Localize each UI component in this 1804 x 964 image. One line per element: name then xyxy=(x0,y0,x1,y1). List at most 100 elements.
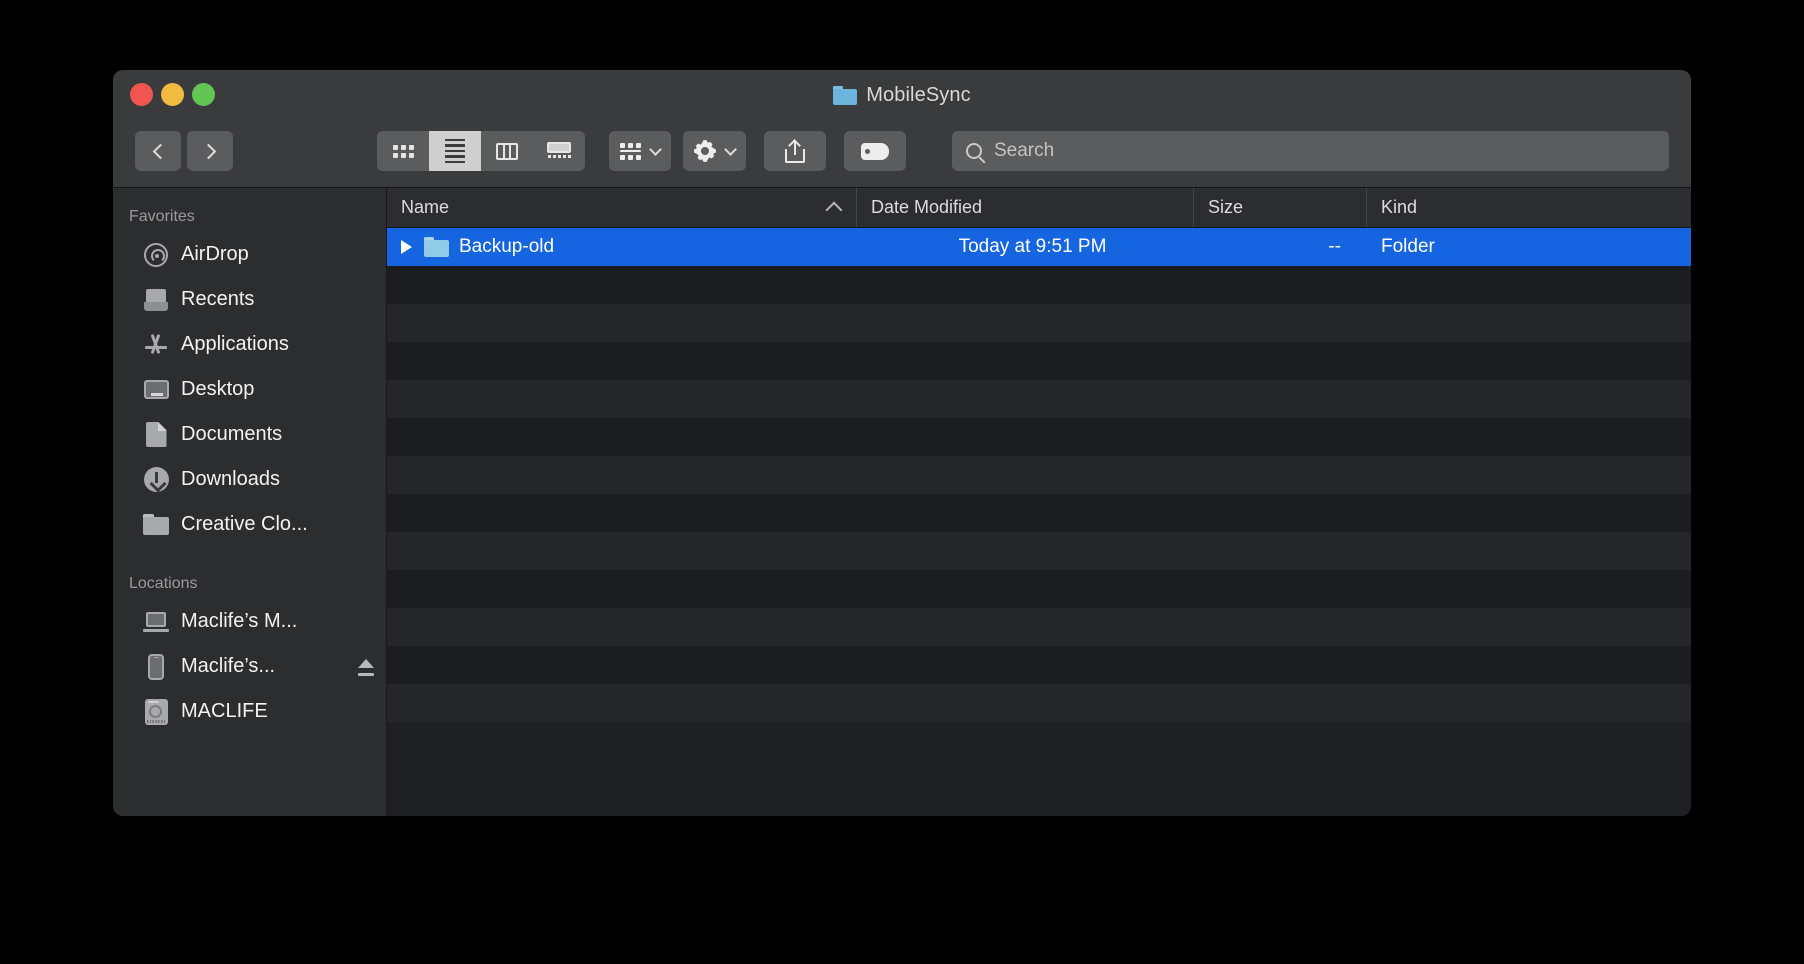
file-list-column-headers: Name Date Modified Size Kind xyxy=(387,188,1691,228)
empty-row xyxy=(387,646,1691,684)
search-placeholder: Search xyxy=(994,140,1055,161)
sidebar-item-creative-cloud[interactable]: Creative Clo... xyxy=(113,502,386,547)
disclosure-triangle-icon[interactable] xyxy=(401,240,412,254)
empty-row xyxy=(387,456,1691,494)
file-kind-cell: Folder xyxy=(1381,236,1435,257)
desktop-background: MobileSync Search Favorites AirDrop Rece… xyxy=(0,0,1804,964)
empty-row xyxy=(387,304,1691,342)
folder-icon xyxy=(424,237,449,257)
back-button[interactable] xyxy=(135,131,181,171)
sidebar-section-locations-title: Locations xyxy=(129,575,198,592)
gallery-icon xyxy=(547,141,571,161)
minimize-button[interactable] xyxy=(161,83,184,106)
sidebar-item-label: Applications xyxy=(181,333,289,355)
sidebar-item-label: Creative Clo... xyxy=(181,513,308,535)
chevron-left-icon xyxy=(152,143,168,159)
forward-button[interactable] xyxy=(187,131,233,171)
window-title-text: MobileSync xyxy=(866,83,971,106)
search-field[interactable]: Search xyxy=(952,131,1669,171)
applications-icon xyxy=(143,332,169,358)
empty-row xyxy=(387,684,1691,722)
iphone-icon xyxy=(143,653,169,680)
column-header-label: Date Modified xyxy=(871,197,983,217)
sidebar-item-label: Documents xyxy=(181,423,283,445)
chevron-right-icon xyxy=(200,143,216,159)
column-header-label: Name xyxy=(401,197,450,217)
hard-drive-icon xyxy=(143,698,169,725)
column-header-name[interactable]: Name xyxy=(387,188,857,227)
sidebar-item-label: MACLIFE xyxy=(181,700,268,722)
window-body: Favorites AirDrop Recents Applications D… xyxy=(113,188,1691,816)
gear-icon xyxy=(694,140,716,162)
empty-row xyxy=(387,532,1691,570)
sidebar-item-maclifes-iphone[interactable]: Maclife’s... xyxy=(113,644,386,689)
empty-row xyxy=(387,570,1691,608)
columns-icon xyxy=(496,142,518,160)
gallery-view-button[interactable] xyxy=(533,131,585,171)
column-view-button[interactable] xyxy=(481,131,533,171)
sidebar-item-maclifes-macbook[interactable]: Maclife’s M... xyxy=(113,599,386,644)
window-title: MobileSync xyxy=(113,82,1691,108)
sidebar-item-maclife-drive[interactable]: MACLIFE xyxy=(113,689,386,734)
sidebar-section-favorites-title: Favorites xyxy=(129,208,195,225)
sidebar-item-desktop[interactable]: Desktop xyxy=(113,367,386,412)
table-row[interactable]: Backup-old Today at 9:51 PM -- Folder xyxy=(387,228,1691,266)
column-header-size[interactable]: Size xyxy=(1194,188,1367,227)
column-header-kind[interactable]: Kind xyxy=(1367,188,1691,227)
laptop-icon xyxy=(143,609,169,635)
group-by-button[interactable] xyxy=(609,131,671,171)
chevron-down-icon xyxy=(724,142,737,156)
chevron-down-icon xyxy=(649,142,662,156)
empty-row xyxy=(387,380,1691,418)
finder-toolbar: Search xyxy=(113,122,1691,180)
finder-window: MobileSync Search Favorites AirDrop Rece… xyxy=(113,70,1691,816)
share-button[interactable] xyxy=(764,131,826,171)
column-header-date-modified[interactable]: Date Modified xyxy=(857,188,1194,227)
sidebar-item-documents[interactable]: Documents xyxy=(113,412,386,457)
sort-ascending-icon xyxy=(825,201,843,218)
sidebar-item-label: Downloads xyxy=(181,468,280,490)
empty-row xyxy=(387,494,1691,532)
file-name-cell: Backup-old xyxy=(387,236,857,258)
column-header-label: Kind xyxy=(1381,197,1418,217)
maximize-button[interactable] xyxy=(192,83,215,106)
file-name-label: Backup-old xyxy=(459,236,555,257)
file-size-cell: -- xyxy=(1328,236,1341,257)
group-items-icon xyxy=(620,142,641,160)
column-header-label: Size xyxy=(1208,197,1244,217)
file-list-pane: Name Date Modified Size Kind Backup-old … xyxy=(387,188,1691,816)
airdrop-icon xyxy=(143,242,169,268)
sidebar-item-recents[interactable]: Recents xyxy=(113,277,386,322)
sidebar-item-label: Maclife’s... xyxy=(181,655,276,677)
empty-row xyxy=(387,418,1691,456)
finder-sidebar: Favorites AirDrop Recents Applications D… xyxy=(113,188,387,816)
sidebar-item-airdrop[interactable]: AirDrop xyxy=(113,232,386,277)
icon-view-button[interactable] xyxy=(377,131,429,171)
grid-icon xyxy=(392,144,414,158)
window-titlebar: MobileSync Search xyxy=(113,70,1691,188)
sidebar-item-downloads[interactable]: Downloads xyxy=(113,457,386,502)
file-list-rows: Backup-old Today at 9:51 PM -- Folder xyxy=(387,228,1691,816)
sidebar-item-label: Recents xyxy=(181,288,255,310)
list-view-button[interactable] xyxy=(429,131,481,171)
recents-icon xyxy=(143,287,169,313)
documents-icon xyxy=(143,422,169,448)
sidebar-item-applications[interactable]: Applications xyxy=(113,322,386,367)
eject-icon[interactable] xyxy=(356,657,376,677)
empty-row xyxy=(387,342,1691,380)
sidebar-item-label: AirDrop xyxy=(181,243,249,265)
share-icon xyxy=(785,138,805,163)
desktop-icon xyxy=(143,377,169,403)
file-date-cell: Today at 9:51 PM xyxy=(958,236,1107,257)
empty-row xyxy=(387,266,1691,304)
traffic-light-controls xyxy=(130,83,215,106)
action-menu-button[interactable] xyxy=(683,131,746,171)
sidebar-item-label: Desktop xyxy=(181,378,255,400)
folder-icon xyxy=(143,512,169,538)
downloads-icon xyxy=(143,467,169,493)
close-button[interactable] xyxy=(130,83,153,106)
tag-icon xyxy=(861,142,889,160)
tag-button[interactable] xyxy=(844,131,906,171)
folder-icon xyxy=(833,85,858,105)
empty-row xyxy=(387,608,1691,646)
